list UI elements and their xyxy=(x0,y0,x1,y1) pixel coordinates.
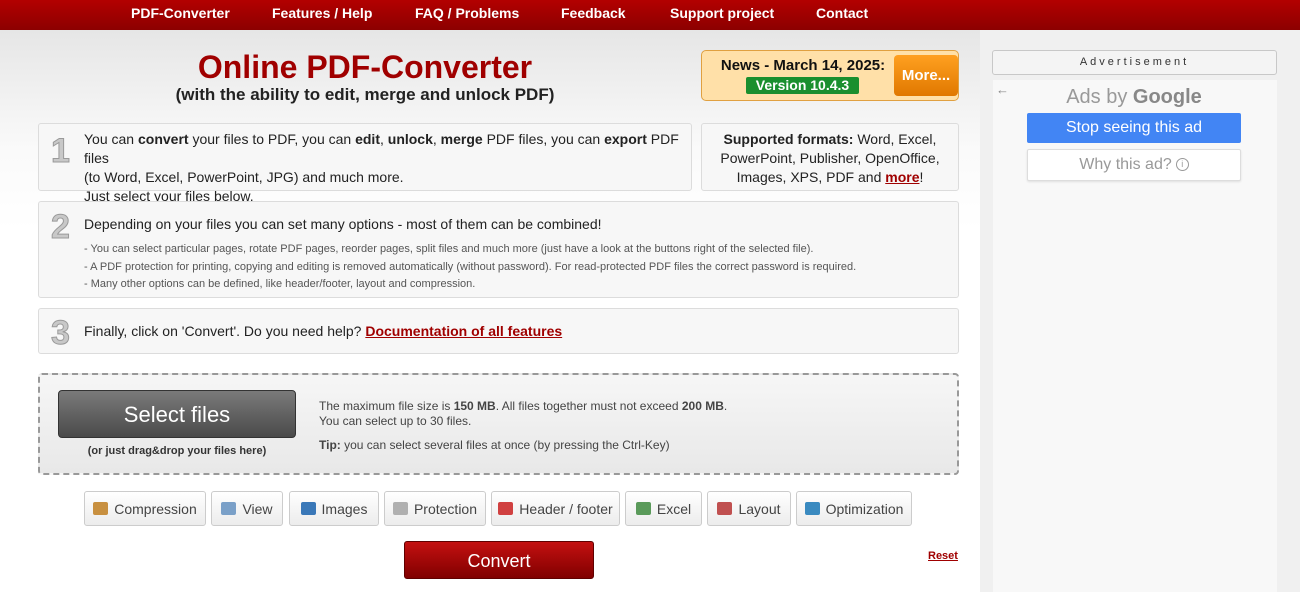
step-1-box: 1 You can convert your files to PDF, you… xyxy=(38,123,692,204)
tip-info: Tip: you can select several files at onc… xyxy=(319,438,670,452)
page-title: Online PDF-Converter xyxy=(197,49,533,85)
why-this-ad-button[interactable]: Why this ad? i xyxy=(1027,149,1241,181)
images-icon xyxy=(300,502,316,515)
nav-contact[interactable]: Contact xyxy=(816,5,868,21)
nav-feedback[interactable]: Feedback xyxy=(561,5,626,21)
ads-by-google: Ads by Google xyxy=(1066,86,1202,108)
option-label: Optimization xyxy=(825,500,904,517)
optimization-icon xyxy=(804,502,820,515)
top-navigation: PDF-Converter Features / Help FAQ / Prob… xyxy=(0,0,1300,30)
convert-button[interactable]: Convert xyxy=(404,541,594,579)
option-label: Layout xyxy=(738,500,781,517)
compression-icon xyxy=(93,502,109,515)
header-footer-icon xyxy=(498,502,514,515)
step-2-line: - Many other options can be defined, lik… xyxy=(84,278,476,290)
documentation-link[interactable]: Documentation of all features xyxy=(365,323,562,339)
header-footer-button[interactable]: Header / footer xyxy=(491,491,620,526)
supported-formats-box: Supported formats: Word, Excel, PowerPoi… xyxy=(701,123,959,191)
nav-pdf-converter[interactable]: PDF-Converter xyxy=(131,5,230,21)
step-number-3: 3 xyxy=(51,314,71,353)
news-box[interactable]: News - March 14, 2025: Version 10.4.3 Mo… xyxy=(701,50,959,101)
nav-support-project[interactable]: Support project xyxy=(670,5,774,21)
excel-button[interactable]: Excel xyxy=(625,491,702,526)
step-3-text: Finally, click on 'Convert'. Do you need… xyxy=(84,323,563,339)
page-subtitle: (with the ability to edit, merge and unl… xyxy=(175,85,555,104)
step-2-box: 2 Depending on your files you can set ma… xyxy=(38,201,959,298)
layout-button[interactable]: Layout xyxy=(707,491,791,526)
formats-more-link[interactable]: more xyxy=(885,169,919,185)
step-2-line: - You can select particular pages, rotat… xyxy=(84,243,814,255)
view-icon xyxy=(221,502,237,515)
drag-drop-hint: (or just drag&drop your files here) xyxy=(87,445,267,457)
advertisement-label: Advertisement xyxy=(992,50,1277,75)
file-count-info: You can select up to 30 files. xyxy=(319,414,472,428)
protection-button[interactable]: Protection xyxy=(384,491,486,526)
nav-features-help[interactable]: Features / Help xyxy=(272,5,372,21)
option-label: Protection xyxy=(413,500,478,517)
option-label: Compression xyxy=(114,500,197,517)
option-label: View xyxy=(242,500,273,517)
option-label: Images xyxy=(321,500,368,517)
max-size-info: The maximum file size is 150 MB. All fil… xyxy=(319,399,728,413)
images-button[interactable]: Images xyxy=(289,491,379,526)
nav-faq-problems[interactable]: FAQ / Problems xyxy=(415,5,519,21)
step-1-text: You can convert your files to PDF, you c… xyxy=(84,131,679,204)
optimization-button[interactable]: Optimization xyxy=(796,491,912,526)
reset-link[interactable]: Reset xyxy=(928,550,958,562)
supported-formats-text: Supported formats: Word, Excel, PowerPoi… xyxy=(720,131,940,185)
step-number-1: 1 xyxy=(51,132,71,171)
excel-icon xyxy=(635,502,651,515)
select-files-button[interactable]: Select files xyxy=(58,390,296,438)
news-more-button[interactable]: More... xyxy=(894,55,958,96)
version-badge: Version 10.4.3 xyxy=(746,77,859,94)
info-icon: i xyxy=(1175,158,1189,172)
compression-button[interactable]: Compression xyxy=(84,491,206,526)
step-number-2: 2 xyxy=(51,208,71,247)
stop-seeing-ad-button[interactable]: Stop seeing this ad xyxy=(1027,113,1241,143)
option-label: Excel xyxy=(656,500,692,517)
back-arrow-icon[interactable]: ← xyxy=(996,82,1009,97)
step-2-line: - A PDF protection for printing, copying… xyxy=(84,261,857,273)
option-label: Header / footer xyxy=(519,500,613,517)
view-button[interactable]: View xyxy=(211,491,283,526)
news-title: News - March 14, 2025: xyxy=(720,57,886,74)
lock-icon xyxy=(392,502,408,515)
layout-icon xyxy=(717,502,733,515)
step-3-box: 3 Finally, click on 'Convert'. Do you ne… xyxy=(38,308,959,354)
file-drop-zone[interactable]: Select files (or just drag&drop your fil… xyxy=(38,373,959,475)
google-logo: Google xyxy=(1132,86,1202,108)
step-2-heading: Depending on your files you can set many… xyxy=(84,216,602,232)
